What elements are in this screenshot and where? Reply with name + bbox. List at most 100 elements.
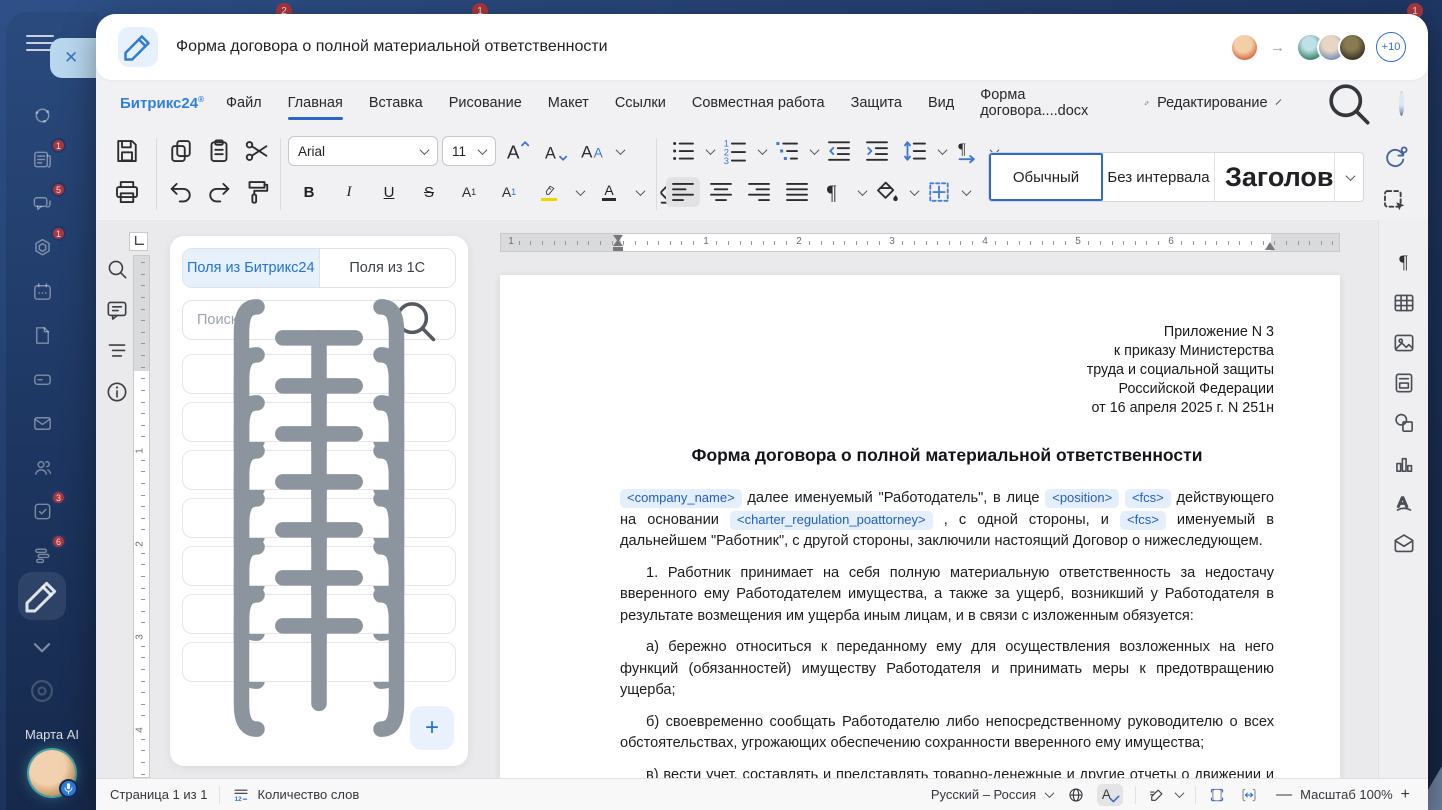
fit-page-button[interactable] xyxy=(1208,786,1226,804)
underline-button[interactable]: U xyxy=(374,177,404,207)
word-count[interactable]: 12 Количество слов xyxy=(232,786,359,804)
sidebar-item-calendar[interactable] xyxy=(25,274,59,308)
avatar[interactable] xyxy=(1230,33,1259,62)
multilevel-list-button[interactable] xyxy=(770,136,804,166)
sidebar-item-editor[interactable] xyxy=(18,572,66,620)
italic-button[interactable]: I xyxy=(334,177,364,207)
sidebar-expand-chevron[interactable] xyxy=(25,630,59,664)
style-heading[interactable]: Заголовок xyxy=(1215,153,1335,201)
strikethrough-button[interactable]: S xyxy=(414,177,444,207)
menu-item-file[interactable]: Файл xyxy=(226,95,262,111)
sidebar-item-mail[interactable] xyxy=(25,406,59,440)
print-button[interactable] xyxy=(110,177,144,207)
comments-icon[interactable] xyxy=(104,297,130,323)
header-footer-icon[interactable] xyxy=(1391,370,1417,396)
highlight-color-button[interactable] xyxy=(534,177,564,207)
save-button[interactable] xyxy=(110,136,144,166)
zoom-out-button[interactable]: — xyxy=(1272,786,1296,804)
increase-font-button[interactable]: A xyxy=(500,136,534,166)
paragraph-marks-button[interactable]: ¶ xyxy=(818,177,852,207)
menu-item-draw[interactable]: Рисование xyxy=(449,95,522,111)
sidebar-item-messenger[interactable]: 5 xyxy=(25,186,59,220)
navigation-icon[interactable] xyxy=(104,338,130,364)
image-icon[interactable] xyxy=(1391,330,1417,356)
font-family-select[interactable]: Arial xyxy=(288,136,438,166)
bullet-list-button[interactable] xyxy=(666,136,700,166)
add-field-button[interactable]: + xyxy=(410,706,454,750)
zoom-in-button[interactable]: + xyxy=(1397,786,1414,804)
language-selector[interactable]: Русский – Россия xyxy=(931,787,1053,802)
sidebar-item-network[interactable] xyxy=(25,98,59,132)
page-counter[interactable]: Страница 1 из 1 xyxy=(110,787,207,802)
change-case-button[interactable]: AA xyxy=(576,136,610,166)
format-painter-button[interactable] xyxy=(240,177,274,207)
user-avatar[interactable] xyxy=(1399,91,1404,116)
info-icon[interactable] xyxy=(104,379,130,405)
menu-item-layout[interactable]: Макет xyxy=(548,95,589,111)
globe-icon[interactable] xyxy=(1067,786,1085,804)
superscript-button[interactable]: A1 xyxy=(454,177,484,207)
undo-button[interactable] xyxy=(164,177,198,207)
paste-button[interactable] xyxy=(202,136,236,166)
bitrix24-logo[interactable]: Битрикс24® xyxy=(120,95,204,112)
menu-item-links[interactable]: Ссылки xyxy=(615,95,666,111)
decrease-font-button[interactable]: A xyxy=(538,136,572,166)
vertical-ruler[interactable]: 1234 xyxy=(133,255,150,778)
merge-field-tag[interactable]: <fcs> xyxy=(1120,511,1166,530)
merge-field-tag[interactable]: <charter_regulation_poattorney> xyxy=(730,511,933,530)
menu-item-protection[interactable]: Защита xyxy=(851,95,902,111)
mail-merge-icon[interactable] xyxy=(1391,530,1417,556)
menu-item-insert[interactable]: Вставка xyxy=(369,95,423,111)
spell-check-button[interactable]: A xyxy=(1097,784,1123,806)
align-right-button[interactable] xyxy=(742,177,776,207)
style-normal[interactable]: Обычный xyxy=(989,153,1103,201)
horizontal-ruler[interactable]: 1123456 xyxy=(500,233,1340,252)
select-tool-button[interactable] xyxy=(1378,186,1412,216)
merge-field-tag[interactable]: <position> xyxy=(1045,489,1119,508)
increase-indent-button[interactable] xyxy=(860,136,894,166)
text-art-icon[interactable]: A xyxy=(1391,490,1417,516)
field-item[interactable]: Номер лицевого счета xyxy=(182,642,456,682)
merge-field-tag[interactable]: <fcs> xyxy=(1125,489,1171,508)
merge-field-tag[interactable]: <company_name> xyxy=(620,489,742,508)
line-spacing-button[interactable] xyxy=(898,136,932,166)
styles-expand-button[interactable] xyxy=(1335,153,1363,201)
align-left-button[interactable] xyxy=(666,177,700,207)
menu-item-home[interactable]: Главная xyxy=(288,95,343,111)
sidebar-item-drive[interactable] xyxy=(25,362,59,396)
justify-button[interactable] xyxy=(780,177,814,207)
sidebar-item-team[interactable] xyxy=(25,450,59,484)
subscript-button[interactable]: A1 xyxy=(494,177,524,207)
edit-mode-selector[interactable]: Редактирование xyxy=(1144,95,1278,111)
ruler-corner-button[interactable] xyxy=(129,232,148,251)
borders-button[interactable] xyxy=(922,177,956,207)
hanging-indent-marker[interactable] xyxy=(613,239,623,246)
sidebar-item-automation[interactable]: 6 xyxy=(25,538,59,572)
replace-style-button[interactable] xyxy=(1378,142,1412,172)
font-color-button[interactable]: A xyxy=(594,177,624,207)
sidebar-item-tasks[interactable]: 3 xyxy=(25,494,59,528)
shading-button[interactable] xyxy=(870,177,904,207)
paragraph-direction-button[interactable]: ¶ xyxy=(950,136,984,166)
collaborators-more-badge[interactable]: +10 xyxy=(1376,32,1406,62)
marta-ai-avatar[interactable] xyxy=(29,750,75,796)
cut-button[interactable] xyxy=(240,136,274,166)
left-indent-marker[interactable] xyxy=(613,247,623,251)
sidebar-item-crm[interactable]: 1 xyxy=(25,230,59,264)
search-document-icon[interactable] xyxy=(104,256,130,282)
bold-button[interactable]: B xyxy=(294,177,324,207)
style-no-spacing[interactable]: Без интервала xyxy=(1103,153,1215,201)
insert-field-icon[interactable] xyxy=(195,538,443,786)
copy-button[interactable] xyxy=(164,136,198,166)
numbered-list-button[interactable]: 123 xyxy=(718,136,752,166)
redo-button[interactable] xyxy=(202,177,236,207)
fit-width-button[interactable] xyxy=(1240,786,1258,804)
menu-item-view[interactable]: Вид xyxy=(928,95,954,111)
paragraph-settings-icon[interactable]: ¶ xyxy=(1391,250,1417,276)
handwriting-button[interactable] xyxy=(1148,786,1183,804)
menu-item-collaboration[interactable]: Совместная работа xyxy=(692,95,825,111)
align-center-button[interactable] xyxy=(704,177,738,207)
sidebar-item-feed[interactable]: 1 xyxy=(25,142,59,176)
sidebar-item-docs[interactable] xyxy=(25,318,59,352)
avatar[interactable] xyxy=(1338,33,1367,62)
